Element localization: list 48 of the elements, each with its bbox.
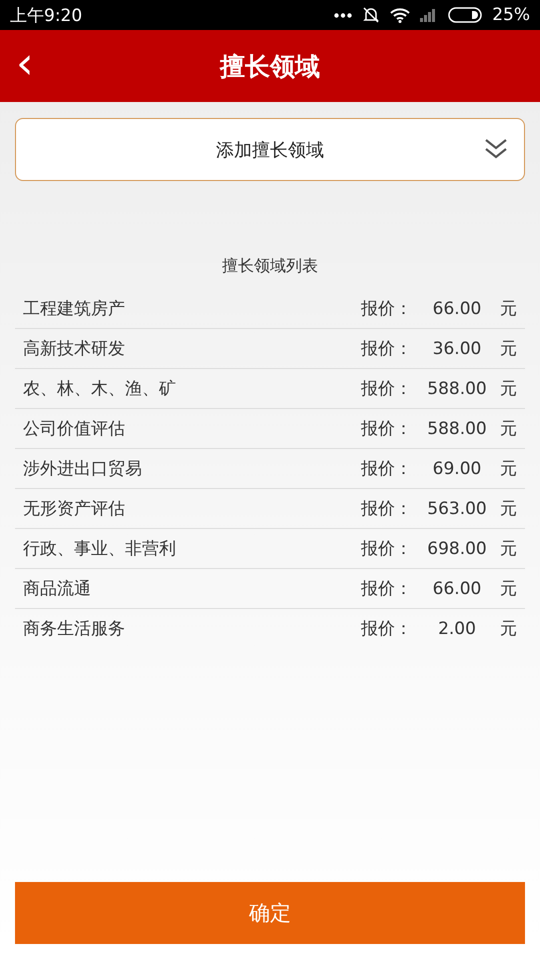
page-title: 擅长领域 xyxy=(220,50,320,82)
price-value: 36.00 xyxy=(432,338,482,358)
back-button[interactable]: ‹ xyxy=(10,44,40,84)
price-value: 588.00 xyxy=(426,378,488,398)
list-title: 擅长领域列表 xyxy=(222,256,318,277)
currency-unit: 元 xyxy=(499,498,517,520)
field-name: 高新技术研发 xyxy=(23,338,126,360)
double-chevron-icon xyxy=(484,138,508,160)
currency-unit: 元 xyxy=(499,578,517,600)
price-value: 563.00 xyxy=(426,498,488,518)
bell-muted-icon xyxy=(362,6,380,24)
currency-unit: 元 xyxy=(499,458,517,480)
price-label: 报价： xyxy=(361,338,413,360)
price-label: 报价： xyxy=(361,418,413,440)
price-value: 66.00 xyxy=(432,578,482,598)
price-label: 报价： xyxy=(361,618,413,640)
price-label: 报价： xyxy=(361,298,413,320)
price-value: 66.00 xyxy=(432,298,482,318)
price-label: 报价： xyxy=(361,378,413,400)
field-name: 农、林、木、渔、矿 xyxy=(23,378,177,400)
wifi-icon xyxy=(390,8,410,22)
field-name: 行政、事业、非营利 xyxy=(23,538,177,560)
field-name: 无形资产评估 xyxy=(23,498,126,520)
battery-icon xyxy=(448,7,482,23)
field-name: 商务生活服务 xyxy=(23,618,126,640)
add-field-dropdown[interactable]: 添加擅长领域 xyxy=(15,118,525,181)
more-icon xyxy=(334,12,352,18)
currency-unit: 元 xyxy=(499,618,517,640)
currency-unit: 元 xyxy=(499,338,517,360)
currency-unit: 元 xyxy=(499,378,517,400)
status-time: 上午9:20 xyxy=(10,4,82,26)
price-label: 报价： xyxy=(361,498,413,520)
price-label: 报价： xyxy=(361,578,413,600)
price-value: 2.00 xyxy=(437,618,477,638)
confirm-button[interactable]: 确定 xyxy=(15,882,525,944)
field-name: 公司价值评估 xyxy=(23,418,126,440)
currency-unit: 元 xyxy=(499,538,517,560)
price-value: 698.00 xyxy=(426,538,488,558)
price-value: 588.00 xyxy=(426,418,488,438)
price-label: 报价： xyxy=(361,538,413,560)
price-label: 报价： xyxy=(361,458,413,480)
currency-unit: 元 xyxy=(499,298,517,320)
battery-percent: 25% xyxy=(492,5,530,25)
field-name: 工程建筑房产 xyxy=(23,298,126,320)
field-name: 商品流通 xyxy=(23,578,92,600)
price-value: 69.00 xyxy=(432,458,482,478)
currency-unit: 元 xyxy=(499,418,517,440)
field-name: 涉外进出口贸易 xyxy=(23,458,143,480)
